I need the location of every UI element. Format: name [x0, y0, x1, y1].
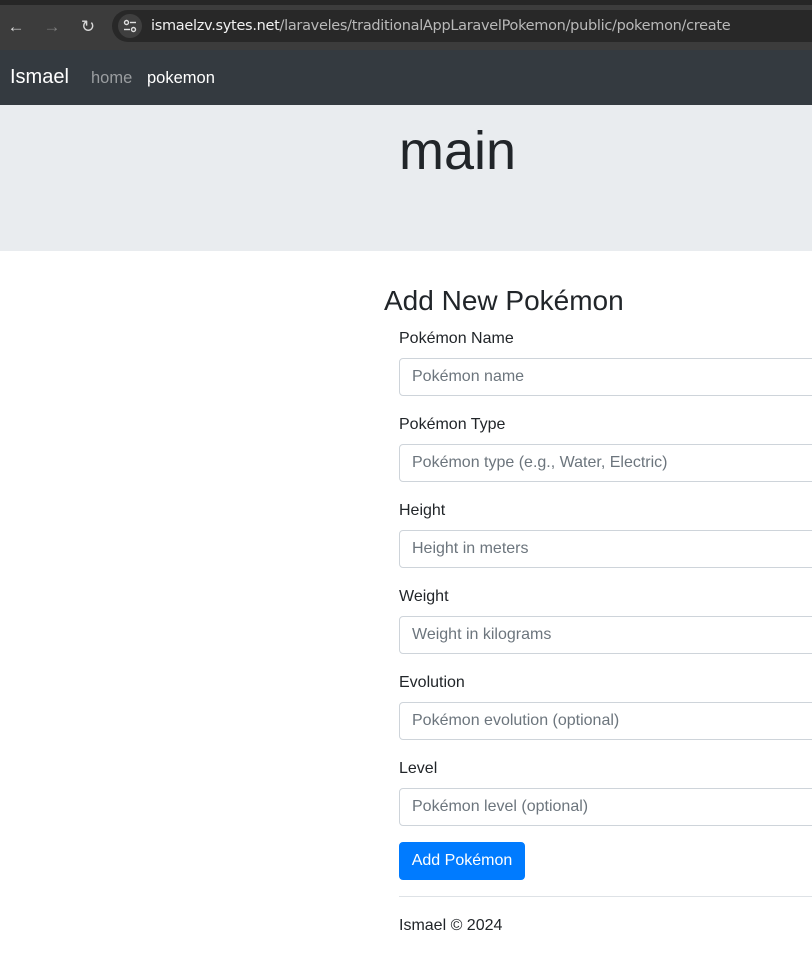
weight-input[interactable]: [399, 616, 812, 654]
back-arrow-icon[interactable]: ←: [4, 15, 28, 39]
browser-toolbar: ← → ↻ ismaelzv.sytes.net/laraveles/tradi…: [0, 0, 812, 50]
address-bar[interactable]: ismaelzv.sytes.net/laraveles/traditional…: [112, 10, 812, 42]
add-pokemon-button[interactable]: Add Pokémon: [399, 842, 525, 880]
pokemon-name-input[interactable]: [399, 358, 812, 396]
height-input[interactable]: [399, 530, 812, 568]
pokemon-name-label: Pokémon Name: [399, 330, 514, 347]
footer-copyright: Ismael © 2024: [399, 917, 503, 934]
jumbotron-title: main: [399, 121, 517, 181]
pokemon-type-label: Pokémon Type: [399, 416, 506, 433]
reload-icon[interactable]: ↻: [76, 15, 100, 39]
url-text: ismaelzv.sytes.net/laraveles/traditional…: [151, 18, 731, 34]
evolution-input[interactable]: [399, 702, 812, 740]
weight-label: Weight: [399, 588, 449, 605]
site-settings-icon[interactable]: [118, 14, 142, 38]
level-label: Level: [399, 760, 438, 777]
navbar-brand[interactable]: Ismael: [10, 66, 69, 89]
pokemon-type-input[interactable]: [399, 444, 812, 482]
nav-link-pokemon[interactable]: pokemon: [147, 69, 215, 88]
evolution-label: Evolution: [399, 674, 465, 691]
forward-arrow-icon[interactable]: →: [40, 15, 64, 39]
url-host: ismaelzv.sytes.net: [151, 18, 280, 34]
level-input[interactable]: [399, 788, 812, 826]
height-label: Height: [399, 502, 446, 519]
jumbotron: main: [0, 105, 812, 251]
site-navbar: Ismael home pokemon: [0, 50, 812, 105]
nav-link-home[interactable]: home: [91, 69, 132, 88]
form-heading: Add New Pokémon: [384, 285, 624, 316]
footer-divider: [399, 896, 812, 897]
url-path: /laraveles/traditionalAppLaravelPokemon/…: [279, 18, 731, 34]
